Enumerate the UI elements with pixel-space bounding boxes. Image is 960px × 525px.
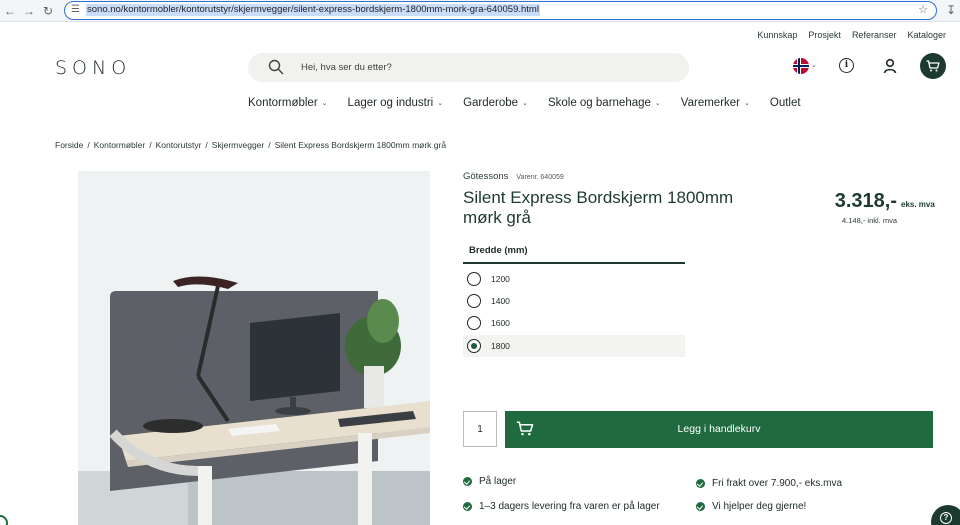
- link-kunnskap[interactable]: Kunnskap: [757, 30, 797, 40]
- address-bar[interactable]: ☰ sono.no/kontormobler/kontorutstyr/skje…: [64, 1, 937, 20]
- nav-label: Garderobe: [463, 97, 519, 109]
- usp-stock-text: På lager: [479, 476, 517, 487]
- breadcrumb-separator: /: [268, 140, 271, 150]
- main-navigation: Kontormøbler ⌄ Lager og industri ⌄ Gardero…: [248, 97, 801, 109]
- variant-option-1200[interactable]: 1200: [463, 268, 685, 290]
- link-referanser[interactable]: Referanser: [852, 30, 897, 40]
- product-sku: Varenr. 640059: [516, 174, 564, 181]
- radio-button[interactable]: [467, 316, 481, 330]
- nav-label: Skole og barnehage: [547, 97, 651, 109]
- breadcrumb-separator: /: [205, 140, 208, 150]
- chevron-down-icon: ⌄: [321, 100, 328, 107]
- user-icon[interactable]: [882, 58, 898, 74]
- variant-option-label: 1800: [491, 341, 510, 351]
- cart-button[interactable]: [920, 53, 946, 79]
- check-circle-icon: [696, 479, 705, 488]
- download-icon[interactable]: ↧: [946, 3, 956, 17]
- nav-label: Outlet: [769, 97, 801, 109]
- add-to-cart-label: Legg i handlekurv: [677, 423, 761, 435]
- breadcrumb-kontormobler[interactable]: Kontormøbler: [94, 140, 146, 150]
- product-photo: [78, 171, 430, 525]
- radio-button[interactable]: [467, 294, 481, 308]
- nav-item-outlet[interactable]: Outlet: [770, 97, 801, 109]
- search-input[interactable]: [301, 60, 661, 75]
- site-logo[interactable]: SONO: [55, 57, 131, 79]
- quantity-input[interactable]: [463, 411, 497, 447]
- breadcrumb-kontorutstyr[interactable]: Kontorutstyr: [156, 140, 202, 150]
- usp-delivery-text: 1–3 dagers levering fra varen er på lage…: [479, 501, 660, 512]
- nav-item-skole-og-barnehage[interactable]: Skole og barnehage ⌄: [548, 97, 661, 109]
- cart-icon: [926, 60, 940, 72]
- product-price: 3.318,-: [834, 190, 897, 212]
- usp-help: Vi hjelper deg gjerne!: [696, 501, 806, 512]
- usp-shipping-text: Fri frakt over 7.900,- eks.mva: [712, 478, 843, 489]
- breadcrumb-current: Silent Express Bordskjerm 1800mm mørk gr…: [274, 140, 447, 150]
- search-icon[interactable]: [268, 59, 284, 75]
- forward-arrow-icon[interactable]: →: [21, 3, 37, 19]
- variant-option-label: 1400: [491, 296, 510, 306]
- accessibility-badge-icon[interactable]: [0, 515, 8, 525]
- usp-stock: På lager: [463, 476, 516, 487]
- variant-label: Bredde (mm): [469, 245, 528, 256]
- nav-label: Kontormøbler: [248, 97, 318, 109]
- product-brand[interactable]: Götessons: [463, 171, 508, 182]
- breadcrumb-skjermvegger[interactable]: Skjermvegger: [212, 140, 264, 150]
- nav-item-kontormobler[interactable]: Kontormøbler ⌄: [248, 97, 328, 109]
- nav-item-varemerker[interactable]: Varemerker ⌄: [681, 97, 750, 109]
- variant-option-1400[interactable]: 1400: [463, 290, 685, 312]
- brand-row: Götessons Varenr. 640059: [463, 171, 564, 182]
- radio-button[interactable]: [467, 272, 481, 286]
- nav-item-lager-og-industri[interactable]: Lager og industri ⌄: [348, 97, 444, 109]
- back-arrow-icon[interactable]: ←: [2, 3, 18, 19]
- chevron-down-icon: ⌄: [744, 100, 750, 107]
- norway-flag-icon[interactable]: [793, 58, 809, 74]
- variant-option-1600[interactable]: 1600: [463, 312, 685, 334]
- variant-option-label: 1600: [491, 318, 510, 328]
- add-to-cart-button[interactable]: Legg i handlekurv: [505, 411, 933, 448]
- nav-label: Varemerker: [680, 97, 740, 109]
- breadcrumb-forside[interactable]: Forside: [55, 140, 83, 150]
- nav-item-garderobe[interactable]: Garderobe ⌄: [463, 97, 528, 109]
- utility-links: Kunnskap Prosjekt Referanser Kataloger: [757, 30, 946, 40]
- nav-label: Lager og industri: [347, 97, 434, 109]
- product-title: Silent Express Bordskjerm 1800mm mørk gr…: [463, 188, 734, 227]
- url-text[interactable]: sono.no/kontormobler/kontorutstyr/skjerm…: [86, 4, 540, 16]
- site-settings-icon[interactable]: ☰: [71, 4, 80, 15]
- breadcrumb-separator: /: [149, 140, 152, 150]
- check-circle-icon: [696, 502, 705, 511]
- browser-toolbar: ← → ↻ ☰ sono.no/kontormobler/kontorutsty…: [0, 0, 960, 22]
- variant-option-label: 1200: [491, 274, 510, 284]
- radio-button-selected[interactable]: [467, 339, 481, 353]
- chevron-down-icon: ⌄: [522, 100, 528, 107]
- search-bar[interactable]: [248, 53, 689, 82]
- variant-divider: [463, 262, 685, 264]
- link-kataloger[interactable]: Kataloger: [907, 30, 946, 40]
- help-chat-button[interactable]: ?: [931, 505, 960, 525]
- breadcrumb-separator: /: [87, 140, 90, 150]
- chevron-down-icon: ⌄: [654, 100, 661, 107]
- check-circle-icon: [463, 477, 472, 486]
- variant-option-1800[interactable]: 1800: [463, 335, 685, 357]
- price-vat-label: eks. mva: [901, 200, 935, 209]
- usp-shipping: Fri frakt over 7.900,- eks.mva: [696, 478, 842, 489]
- chevron-down-icon: ⌄: [437, 100, 444, 107]
- breadcrumb: Forside / Kontormøbler / Kontorutstyr / …: [55, 140, 446, 150]
- product-image[interactable]: [78, 171, 430, 525]
- usp-help-text: Vi hjelper deg gjerne!: [712, 501, 807, 512]
- reload-icon[interactable]: ↻: [40, 3, 56, 19]
- price-incl-vat: 4.148,- inkl. mva: [842, 216, 898, 225]
- link-prosjekt[interactable]: Prosjekt: [808, 30, 841, 40]
- help-icon: ?: [940, 512, 952, 524]
- chevron-down-icon[interactable]: ⌄: [811, 61, 817, 69]
- check-circle-icon: [463, 502, 472, 511]
- info-icon[interactable]: i: [839, 58, 854, 73]
- usp-delivery: 1–3 dagers levering fra varen er på lage…: [463, 501, 660, 512]
- bookmark-star-icon[interactable]: ☆: [918, 3, 928, 16]
